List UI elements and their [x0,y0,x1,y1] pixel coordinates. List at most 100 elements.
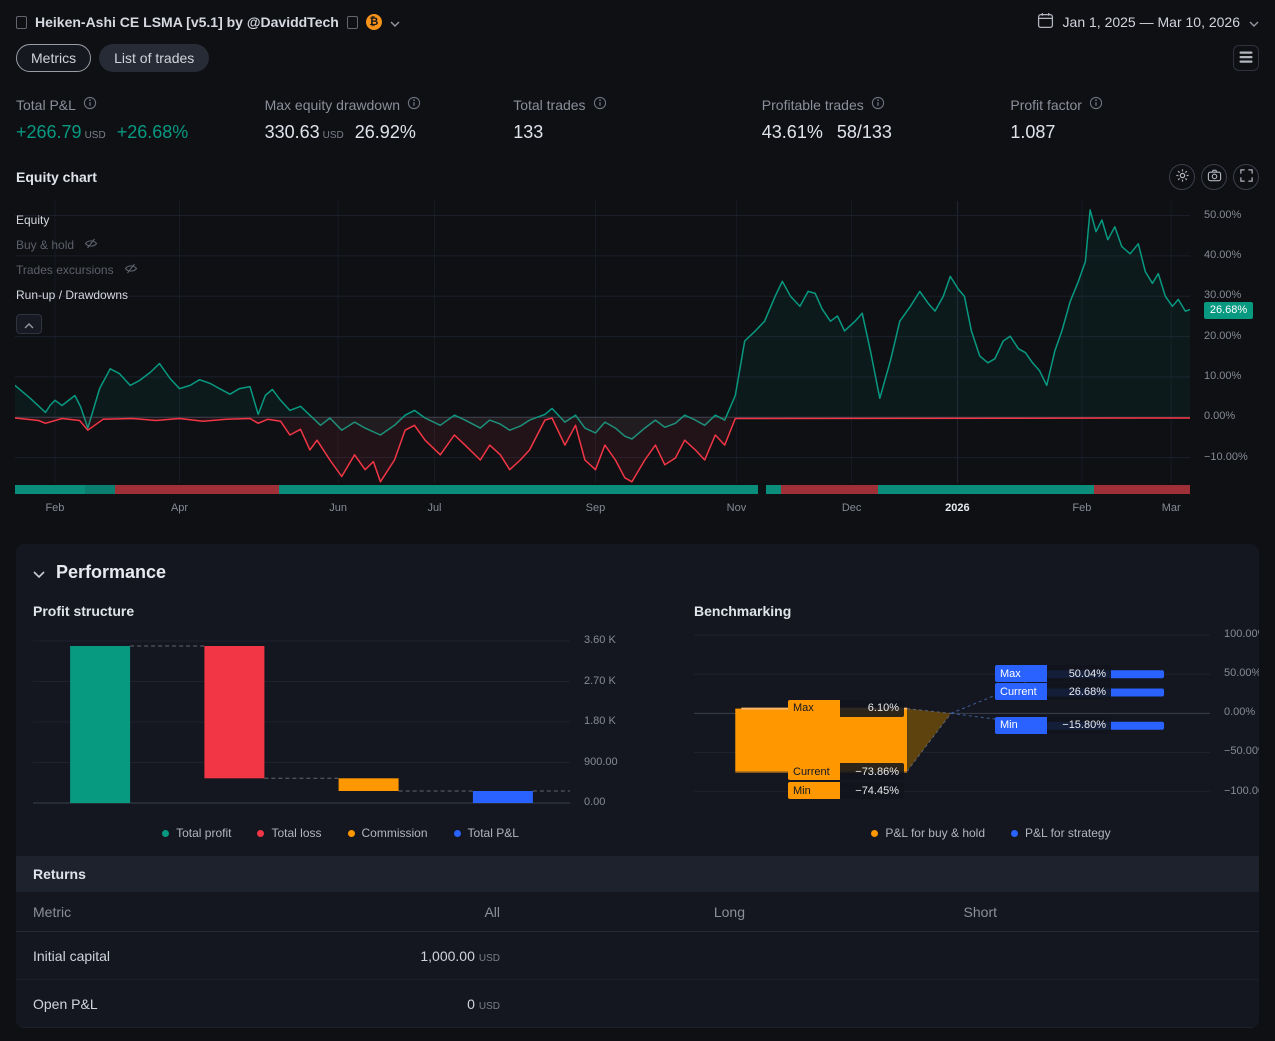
table-row: Initial capital 1,000.00 USD [16,932,1259,980]
legend-trades-excursions[interactable]: Trades excursions [16,257,138,282]
returns-title: Returns [33,866,86,882]
row-value: 0 USD [467,995,500,1012]
chip-label: Current [788,763,840,781]
settings-button[interactable] [1169,164,1195,190]
equity-chart-canvas[interactable]: Equity Buy & hold Trades excursions Run-… [15,201,1190,518]
camera-icon [1207,168,1222,186]
y-axis-tick: 50.00% [1204,208,1242,221]
chip-value: 26.68% [1047,683,1111,701]
eye-off-icon[interactable] [84,238,98,252]
stat-value: 133 [513,122,544,142]
benchmarking-chart[interactable]: Max 6.10% Current −73.86% Min −74.45% Max 50.04… [694,632,1210,808]
current-value-badge: 26.68% [1204,301,1253,319]
y-axis-tick: 100.00% [1224,628,1259,641]
row-unit: USD [478,1000,500,1012]
legend-commission[interactable]: Commission [347,826,428,840]
tabs-bar: Metrics List of trades [0,32,1275,72]
x-axis-tick: Dec [841,502,862,514]
equity-chart-actions [1169,164,1259,190]
legend-pnl-buy-hold[interactable]: P&L for buy & hold [871,826,985,840]
stat-extra: +26.68% [116,122,189,142]
stat-value: +266.79 [16,122,82,142]
equity-chart-svg [15,201,1190,483]
chip-label: Min [788,782,840,800]
fullscreen-button[interactable] [1233,164,1259,190]
y-axis-tick: 50.00% [1224,667,1259,680]
profit-structure-title: Profit structure [33,603,135,619]
legend-label: P&L for strategy [1025,826,1111,840]
benchmarking-title: Benchmarking [694,603,792,619]
x-axis-tick: Jun [329,502,347,514]
layout-list-button[interactable] [1233,45,1259,71]
chip-label: Current [995,683,1047,701]
y-axis-tick: 3.60 K [584,634,616,646]
strip-segment [279,485,758,494]
legend-equity[interactable]: Equity [16,207,138,232]
stat-label: Total P&L [16,96,76,113]
stat-value: 1.087 [1010,122,1056,142]
gear-icon [1175,168,1190,186]
col-short: Short [963,903,997,920]
legend-runup-drawdowns[interactable]: Run-up / Drawdowns [16,282,138,307]
collapse-legend-button[interactable] [16,314,42,334]
y-axis-tick: 2.70 K [584,674,616,687]
strip-segment [85,485,115,494]
tab-metrics[interactable]: Metrics [16,44,92,72]
y-axis-labels[interactable]: 26.68% 50.00% 40.00% 30.00% 20.00% 10.00% 0.0… [1190,201,1275,518]
stat-label: Profitable trades [761,96,864,113]
benchmarking-legend: P&L for buy & hold P&L for strategy [694,824,1259,842]
legend-label: Equity [16,212,50,227]
performance-section-header[interactable]: Performance [16,544,1259,587]
row-metric: Open P&L [33,995,98,1012]
legend-pnl-strategy[interactable]: P&L for strategy [1011,826,1111,840]
info-icon[interactable] [1089,96,1103,113]
table-row: Open P&L 0 USD [16,980,1259,1028]
benchmarking-block: Benchmarking Max 6.10% Current −73.86% Min −7… [694,603,1259,842]
info-icon[interactable] [593,96,607,113]
date-range-picker[interactable]: Jan 1, 2025 — Mar 10, 2026 [1037,12,1259,32]
info-icon[interactable] [871,96,885,113]
legend-buy-and-hold[interactable]: Buy & hold [16,232,138,257]
legend-total-loss[interactable]: Total loss [257,826,322,840]
legend-total-profit[interactable]: Total profit [162,826,231,840]
placeholder-glyph-icon [346,15,358,29]
strip-segment [780,485,879,494]
stat-profit-factor: Profit factor 1.087 [1010,96,1259,143]
list-icon [1239,50,1253,67]
row-value: 1,000.00 USD [420,947,500,964]
red-dot-icon [257,829,265,837]
eye-off-icon[interactable] [124,263,138,277]
tab-list-of-trades[interactable]: List of trades [99,44,210,72]
row-metric: Initial capital [33,947,111,964]
legend-total-pnl[interactable]: Total P&L [453,826,519,840]
y-axis-tick: 10.00% [1204,369,1242,382]
strategy-title-group[interactable]: Heiken-Ashi CE LSMA [v5.1] by @DaviddTec… [16,14,400,30]
snapshot-button[interactable] [1201,164,1227,190]
equity-chart-legend: Equity Buy & hold Trades excursions Run-… [16,207,138,334]
profit-structure-chart[interactable] [33,632,570,808]
benchmark-chip: Current −73.86% [788,763,904,781]
benchmark-chip: Max 6.10% [788,699,904,717]
info-icon[interactable] [83,96,97,113]
col-long: Long [713,903,745,920]
legend-label: Buy & hold [16,237,75,252]
returns-table: Metric All Long Short Initial capital 1,… [16,892,1259,1028]
stat-total-pnl: Total P&L +266.79 USD +26.68% [16,96,265,143]
info-icon[interactable] [407,96,421,113]
benchmarking-svg [694,634,1210,793]
legend-label: Total profit [176,826,232,840]
chip-label: Max [788,699,840,717]
chip-value: 6.10% [840,699,904,717]
strategy-title: Heiken-Ashi CE LSMA [v5.1] by @DaviddTec… [35,14,339,30]
y-axis-tick: 900.00 [584,755,618,768]
y-axis-tick: −10.00% [1204,450,1248,463]
chip-label: Min [995,716,1047,734]
stat-unit: USD [84,130,106,141]
profit-y-axis: 3.60 K 2.70 K 1.80 K 900.00 0.00 [570,632,648,808]
stat-total-trades: Total trades 133 [513,96,762,143]
y-axis-tick: 0.00 [584,796,606,809]
report-tabs: Metrics List of trades [16,44,210,72]
performance-card: Performance Profit structure 3.60 K 2.70 … [16,544,1259,1028]
strip-segment [878,485,1095,494]
col-all: All [484,903,500,920]
